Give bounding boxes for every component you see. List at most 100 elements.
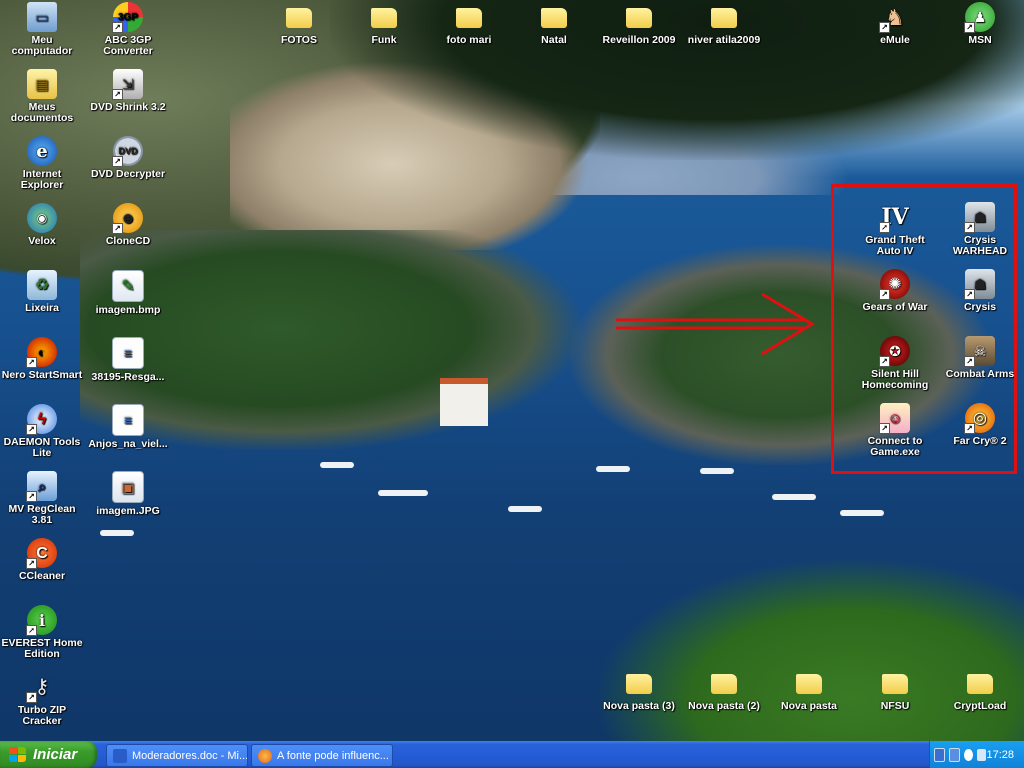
desktop-icon-label: MSN (968, 34, 992, 46)
red-arrow-annotation (616, 292, 815, 356)
desktop-icon[interactable]: ♻ Lixeira (0, 270, 84, 314)
desktop-icon-label: MV RegClean 3.81 (8, 503, 76, 526)
velox-icon: ◉ (27, 203, 57, 233)
boat (596, 466, 630, 472)
shortcut-arrow-icon: ↗ (26, 424, 37, 435)
desktop-icon[interactable]: ▭ Meu computador (0, 2, 84, 57)
desktop-icon[interactable]: Nova pasta (2) (682, 668, 766, 712)
desktop-icon[interactable]: 3GP ↗ ABC 3GP Converter (86, 2, 170, 57)
ccleaner-icon: C ↗ (26, 538, 57, 569)
desktop-icon[interactable]: FOTOS (257, 2, 341, 46)
network-icon[interactable] (934, 747, 946, 762)
bitmap-file-icon: ✎ (112, 270, 144, 302)
desktop-icon[interactable]: ◉ Velox (0, 203, 84, 247)
desktop-icon-label: CloneCD (105, 235, 151, 247)
boat (840, 510, 884, 516)
folder-icon (626, 8, 652, 28)
desktop-icon-label: Turbo ZIP Cracker (17, 704, 67, 727)
highlight-box (831, 184, 1017, 474)
my-documents-icon: ▤ (27, 69, 57, 99)
shortcut-arrow-icon: ↗ (112, 22, 123, 33)
boat (320, 462, 354, 468)
desktop-icon[interactable]: niver atila2009 (682, 2, 766, 46)
daemon-tools-icon: ϟ ↗ (26, 404, 57, 435)
desktop-icon-label: Meus documentos (10, 101, 74, 124)
desktop-icon[interactable]: Nova pasta (3) (597, 668, 681, 712)
desktop-icon-label: Nova pasta (2) (688, 700, 760, 712)
network-icon[interactable] (949, 747, 961, 762)
desktop-icon-label: Anjos_na_viel... (88, 438, 168, 450)
clonecd-icon: ☻ ↗ (112, 203, 143, 234)
desktop-icon[interactable]: Reveillon 2009 (597, 2, 681, 46)
icon-glyph: DVD (118, 145, 138, 156)
desktop-icon[interactable]: NFSU (853, 668, 937, 712)
desktop-icon[interactable]: i ↗ EVEREST Home Edition (0, 605, 84, 660)
start-button[interactable]: Iniciar (0, 741, 97, 768)
start-label: Iniciar (33, 746, 78, 763)
dvd-decrypter-icon: DVD ↗ (112, 136, 143, 167)
shortcut-arrow-icon: ↗ (964, 22, 975, 33)
taskbar: Iniciar Moderadores.doc - Mi... A fonte … (0, 741, 1024, 768)
shortcut-arrow-icon: ↗ (879, 22, 890, 33)
nero-icon: ◐ ↗ (26, 337, 57, 368)
desktop-icon[interactable]: e Internet Explorer (0, 136, 84, 191)
desktop-icon[interactable]: ⌕ ↗ MV RegClean 3.81 (0, 471, 84, 526)
shortcut-arrow-icon: ↗ (26, 357, 37, 368)
desktop-icon[interactable]: ☻ ↗ CloneCD (86, 203, 170, 247)
desktop-icon-label: imagem.JPG (96, 505, 160, 517)
desktop-icon[interactable]: ≡ Anjos_na_viel... (86, 404, 170, 450)
folder-icon (371, 8, 397, 28)
desktop-icon[interactable]: ⇲ ↗ DVD Shrink 3.2 (86, 69, 170, 113)
regclean-icon: ⌕ ↗ (26, 471, 57, 502)
desktop-icon[interactable]: ϟ ↗ DAEMON Tools Lite (0, 404, 84, 459)
desktop-icon[interactable]: ▣ imagem.JPG (86, 471, 170, 517)
desktop-icon[interactable]: ⚷ ↗ Turbo ZIP Cracker (0, 672, 84, 727)
bluetooth-icon[interactable] (964, 748, 974, 761)
icon-glyph: ♟ (973, 8, 987, 25)
desktop-icon[interactable]: ▤ Meus documentos (0, 69, 84, 124)
icon-glyph: ▤ (35, 75, 49, 92)
icon-glyph: ⚷ (34, 675, 50, 698)
desktop-icon-label: Natal (541, 34, 567, 46)
taskbar-button-word[interactable]: Moderadores.doc - Mi... (106, 744, 248, 767)
desktop-icon[interactable]: ♟ ↗ MSN (938, 2, 1022, 46)
folder-icon (626, 674, 652, 694)
desktop-icon-label: niver atila2009 (687, 34, 761, 46)
desktop-icon-label: NFSU (880, 700, 910, 712)
desktop-icon[interactable]: Funk (342, 2, 426, 46)
internet-explorer-icon: e (27, 136, 57, 166)
folder-icon (882, 674, 908, 694)
word-doc-icon (113, 748, 127, 763)
firefox-icon (258, 748, 272, 763)
everest-icon: i ↗ (26, 605, 57, 636)
msn-icon: ♟ ↗ (964, 2, 995, 33)
desktop-icon[interactable]: DVD ↗ DVD Decrypter (86, 136, 170, 180)
desktop-icon[interactable]: ✎ imagem.bmp (86, 270, 170, 316)
desktop-icon-label: Funk (371, 34, 397, 46)
desktop-icon[interactable]: ◐ ↗ Nero StartSmart (0, 337, 84, 381)
shortcut-arrow-icon: ↗ (26, 625, 37, 636)
desktop-icon-label: foto mari (446, 34, 492, 46)
desktop-icon[interactable]: C ↗ CCleaner (0, 538, 84, 582)
shortcut-arrow-icon: ↗ (26, 692, 37, 703)
desktop-icon-label: Meu computador (11, 34, 73, 57)
desktop-icon[interactable]: Natal (512, 2, 596, 46)
taskbar-clock[interactable]: 17:28 (986, 749, 1014, 761)
desktop-icon[interactable]: CryptLoad (938, 668, 1022, 712)
icon-glyph: i (38, 610, 46, 630)
taskbar-button-firefox[interactable]: A fonte pode influenc... (251, 744, 393, 767)
icon-glyph: C (36, 544, 48, 562)
icon-glyph: ϟ (37, 410, 47, 428)
icon-glyph: ◉ (36, 210, 48, 225)
desktop-icon[interactable]: ≡ 38195-Resga... (86, 337, 170, 383)
volume-icon[interactable] (977, 748, 987, 761)
desktop-icon[interactable]: foto mari (427, 2, 511, 46)
desktop-icon-label: EVEREST Home Edition (1, 637, 83, 660)
desktop-icon-label: imagem.bmp (95, 304, 161, 316)
desktop-icon[interactable]: ♞ ↗ eMule (853, 2, 937, 46)
desktop-icon-label: Nova pasta (3) (603, 700, 675, 712)
jpg-file-icon: ▣ (112, 471, 144, 503)
icon-glyph: ♻ (34, 276, 50, 294)
folder-icon (796, 674, 822, 694)
desktop-icon[interactable]: Nova pasta (767, 668, 851, 712)
